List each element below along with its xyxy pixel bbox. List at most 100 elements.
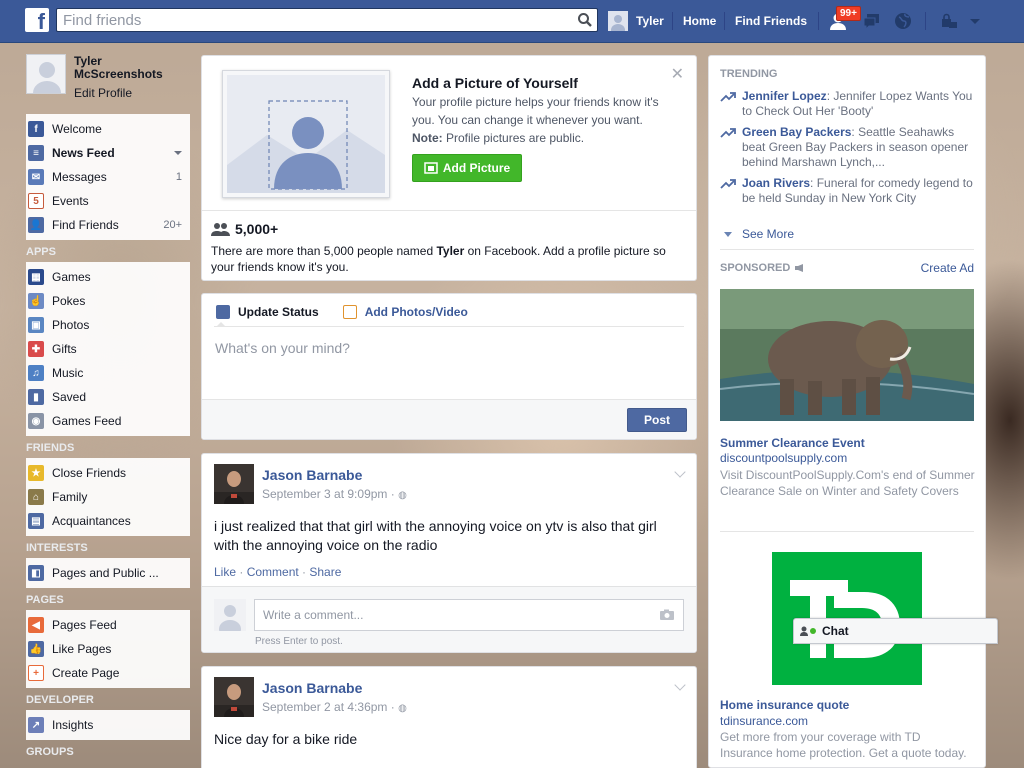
account-menu-icon[interactable]: [964, 11, 986, 31]
profile-name[interactable]: Tyler McScreenshots: [74, 55, 174, 81]
photo-icon: [342, 305, 357, 319]
search-icon[interactable]: [577, 12, 593, 28]
games-feed-icon: ◉: [28, 413, 44, 429]
nav-item-gifts[interactable]: ✚ Gifts: [26, 337, 190, 361]
photos-icon: ▣: [28, 317, 44, 333]
ad-domain[interactable]: tdinsurance.com: [720, 714, 808, 728]
find-friends-link[interactable]: Find Friends: [735, 14, 807, 28]
composer-tabs: Update Status Add Photos/Video: [216, 303, 492, 321]
nav-item-like-pages[interactable]: 👍 Like Pages: [26, 637, 190, 661]
chevron-down-icon[interactable]: [174, 151, 182, 155]
status-composer: Update Status Add Photos/Video What's on…: [201, 293, 697, 440]
trending-item[interactable]: Joan Rivers: Funeral for comedy legend t…: [720, 176, 975, 206]
ad-image-elephant[interactable]: [720, 289, 974, 421]
topbar-profile-link[interactable]: Tyler: [608, 10, 664, 32]
nav-item-events[interactable]: 5 Events: [26, 189, 190, 213]
profile-placeholder-illustration: [222, 70, 390, 198]
saved-icon: ▮: [28, 389, 44, 405]
nav-item-games[interactable]: ▦ Games: [26, 265, 190, 289]
story-author[interactable]: Jason Barnabe: [262, 467, 362, 483]
search-input[interactable]: [57, 9, 567, 31]
nav-item-photos[interactable]: ▣ Photos: [26, 313, 190, 337]
nav-item-welcome[interactable]: f Welcome: [26, 117, 190, 141]
nav-item-insights[interactable]: ↗ Insights: [26, 713, 190, 737]
nav-item-label: Insights: [52, 718, 94, 732]
story-author[interactable]: Jason Barnabe: [262, 680, 362, 696]
nav-pages-section: ◀ Pages Feed 👍 Like Pages + Create Page: [26, 610, 190, 688]
edit-profile-link[interactable]: Edit Profile: [74, 86, 132, 100]
ad-title[interactable]: Summer Clearance Event: [720, 436, 865, 450]
left-navigation: Tyler McScreenshots Edit Profile f Welcom…: [26, 50, 190, 762]
ad-title[interactable]: Home insurance quote: [720, 698, 849, 712]
pokes-icon: ☝: [28, 293, 44, 309]
tab-label: Update Status: [238, 305, 319, 319]
facebook-logo-icon[interactable]: f: [25, 8, 49, 32]
nav-item-news-feed[interactable]: ≡ News Feed: [26, 141, 190, 165]
status-input[interactable]: What's on your mind?: [215, 340, 350, 356]
nav-item-games-feed[interactable]: ◉ Games Feed: [26, 409, 190, 433]
story-timestamp[interactable]: September 3 at 9:09pm · ◍: [262, 487, 407, 501]
see-more-label: See More: [742, 227, 795, 241]
nav-item-messages[interactable]: ✉ Messages 1: [26, 165, 190, 189]
tab-add-photos[interactable]: Add Photos/Video: [342, 303, 468, 321]
avatar[interactable]: [214, 464, 254, 504]
search-box[interactable]: [56, 8, 598, 32]
avatar[interactable]: [214, 677, 254, 717]
comment-area: Write a comment... Press Enter to post.: [202, 586, 696, 652]
trending-item[interactable]: Green Bay Packers: Seattle Seahawks beat…: [720, 125, 975, 170]
nav-item-pages-feed[interactable]: ◀ Pages Feed: [26, 613, 190, 637]
tab-update-status[interactable]: Update Status: [216, 303, 319, 321]
comment-input[interactable]: Write a comment...: [254, 599, 684, 631]
tab-label: Add Photos/Video: [364, 305, 468, 319]
nav-item-music[interactable]: ♫ Music: [26, 361, 190, 385]
home-link[interactable]: Home: [683, 14, 716, 28]
privacy-icon[interactable]: [939, 11, 961, 31]
chevron-down-icon[interactable]: [674, 679, 686, 691]
divider: [818, 12, 819, 30]
nav-item-pokes[interactable]: ☝ Pokes: [26, 289, 190, 313]
apps-header: APPS: [26, 246, 56, 258]
share-link[interactable]: Share: [309, 565, 341, 579]
nav-item-family[interactable]: ⌂ Family: [26, 485, 190, 509]
profile-summary: Tyler McScreenshots Edit Profile: [26, 50, 190, 106]
messages-icon[interactable]: [861, 11, 883, 31]
close-icon[interactable]: ✕: [671, 64, 684, 84]
nav-item-find-friends[interactable]: 👤 Find Friends 20+: [26, 213, 190, 237]
like-link[interactable]: Like: [214, 565, 236, 579]
add-picture-button[interactable]: Add Picture: [412, 154, 522, 182]
camera-icon[interactable]: [659, 609, 675, 621]
prompt-text: Your profile picture helps your friends …: [412, 93, 682, 147]
story-actions: Like · Comment · Share: [214, 565, 342, 579]
megaphone-icon: [795, 264, 804, 272]
nav-item-saved[interactable]: ▮ Saved: [26, 385, 190, 409]
post-button[interactable]: Post: [627, 408, 687, 432]
prompt-title: Add a Picture of Yourself: [412, 75, 578, 91]
trending-arrow-icon: [720, 92, 736, 102]
globe-icon: ◍: [398, 703, 407, 714]
ad-domain[interactable]: discountpoolsupply.com: [720, 451, 847, 465]
nav-item-label: Events: [52, 194, 89, 208]
create-ad-link[interactable]: Create Ad: [921, 261, 974, 275]
interests-header: INTERESTS: [26, 542, 88, 554]
trend-topic: Green Bay Packers: [742, 125, 852, 139]
developer-header: DEVELOPER: [26, 694, 94, 706]
see-more-link[interactable]: See More: [720, 227, 794, 241]
friends-header: FRIENDS: [26, 442, 75, 454]
pages-feed-icon: ◀: [28, 617, 44, 633]
avatar[interactable]: [26, 54, 66, 94]
story-timestamp[interactable]: September 2 at 4:36pm · ◍: [262, 700, 407, 714]
nav-item-acquaintances[interactable]: ▤ Acquaintances: [26, 509, 190, 533]
chevron-down-icon[interactable]: [674, 466, 686, 478]
feed-story: Jason Barnabe September 2 at 4:36pm · ◍ …: [201, 666, 697, 768]
nav-item-label: Welcome: [52, 122, 102, 136]
divider: [672, 12, 673, 30]
chat-tab[interactable]: Chat: [793, 618, 998, 644]
trending-item[interactable]: Jennifer Lopez: Jennifer Lopez Wants You…: [720, 89, 975, 119]
comment-link[interactable]: Comment: [247, 565, 299, 579]
notifications-globe-icon[interactable]: [892, 11, 914, 31]
nav-item-label: Games Feed: [52, 414, 122, 428]
namesake-text-pre: There are more than 5,000 people named: [211, 244, 437, 258]
nav-item-create-page[interactable]: + Create Page: [26, 661, 190, 685]
nav-item-pages-public[interactable]: ◧ Pages and Public ...: [26, 561, 190, 585]
nav-item-close-friends[interactable]: ★ Close Friends: [26, 461, 190, 485]
